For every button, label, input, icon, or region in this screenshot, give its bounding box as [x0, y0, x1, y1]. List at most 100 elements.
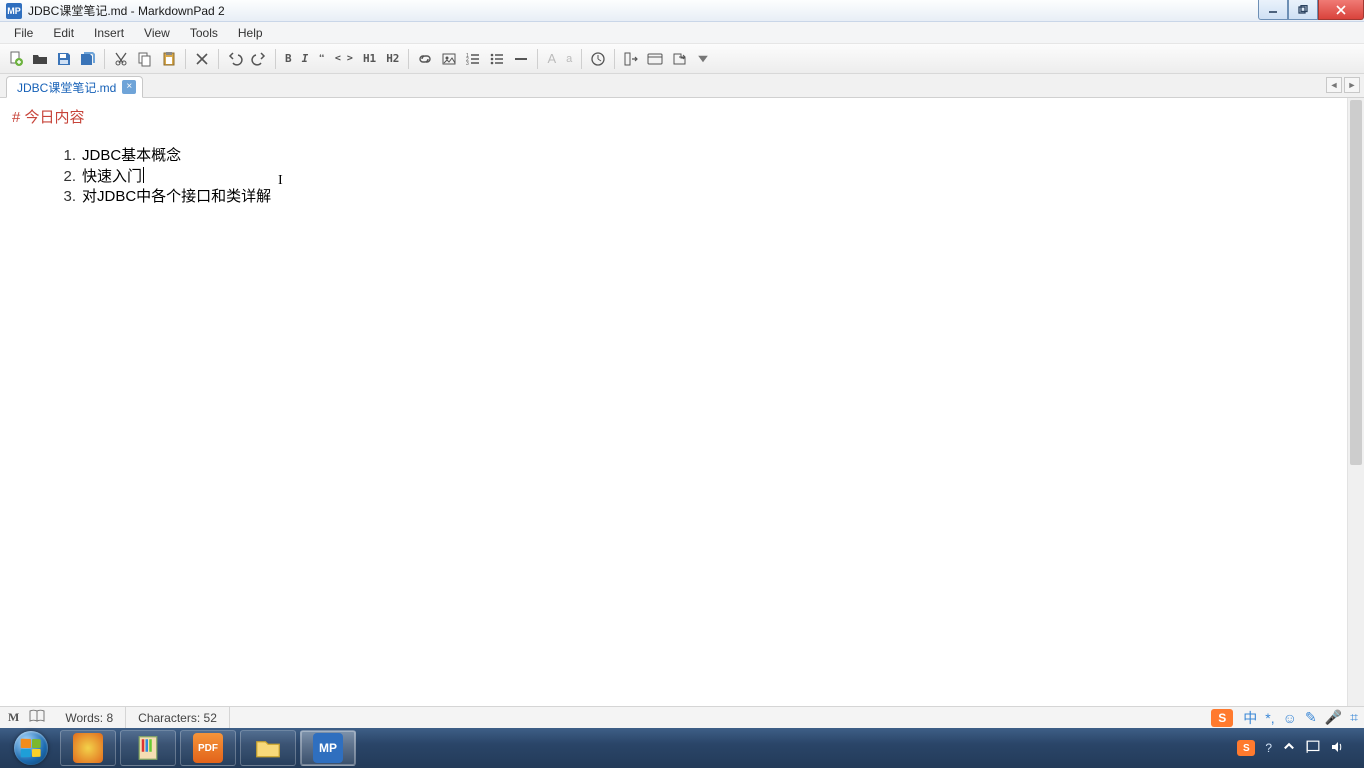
ibeam-icon: I — [278, 172, 283, 191]
list-item: 3. 对JDBC中各个接口和类详解 — [46, 187, 1352, 207]
minimize-button[interactable] — [1258, 0, 1288, 20]
font-increase-button[interactable]: A — [543, 48, 560, 70]
menu-tools[interactable]: Tools — [180, 24, 228, 42]
sogou-ime-icon[interactable]: S — [1211, 709, 1233, 727]
taskbar-item-paint[interactable] — [120, 730, 176, 766]
cut-button[interactable] — [110, 48, 132, 70]
tray-flag-icon[interactable] — [1306, 740, 1320, 757]
tray-volume-icon[interactable] — [1330, 740, 1344, 757]
chars-value: 52 — [204, 711, 217, 725]
taskbar-item-markdownpad[interactable]: MP — [300, 730, 356, 766]
paste-button[interactable] — [158, 48, 180, 70]
toolbar-separator — [275, 49, 276, 69]
list-text: JDBC基本概念 — [82, 146, 181, 166]
toolbar-separator — [408, 49, 409, 69]
image-button[interactable] — [438, 48, 460, 70]
window-buttons — [1258, 0, 1364, 20]
open-file-button[interactable] — [29, 48, 51, 70]
scrollbar[interactable] — [1347, 98, 1364, 706]
link-button[interactable] — [414, 48, 436, 70]
tray-help-icon[interactable]: ? — [1265, 741, 1272, 755]
h2-button[interactable]: H2 — [382, 48, 403, 70]
start-button[interactable] — [4, 728, 58, 768]
system-tray: S ? — [1237, 740, 1360, 757]
tray-arrow-icon[interactable] — [1282, 740, 1296, 757]
menu-view[interactable]: View — [134, 24, 180, 42]
redo-button[interactable] — [248, 48, 270, 70]
toolbar: B I ❝ < > H1 H2 123 A a — [0, 44, 1364, 74]
taskbar-item-explorer[interactable] — [240, 730, 296, 766]
toolbar-separator — [614, 49, 615, 69]
tab-scroll-left[interactable]: ◄ — [1326, 77, 1342, 93]
statusbar: M Words: 8 Characters: 52 S 中 *, ☺ ✎ 🎤 ⌗ — [0, 706, 1364, 728]
menu-file[interactable]: File — [4, 24, 43, 42]
list: 1. JDBC基本概念 2. 快速入门 3. 对JDBC中各个接口和类详解 — [46, 146, 1352, 207]
list-number: 1. — [46, 146, 76, 166]
tab-scroll-right[interactable]: ► — [1344, 77, 1360, 93]
markdown-mode-icon[interactable]: M — [8, 710, 19, 725]
editor-area[interactable]: # 今日内容 1. JDBC基本概念 2. 快速入门 3. 对JDBC中各个接口… — [0, 98, 1364, 706]
tabstrip: JDBC课堂笔记.md × ◄ ► — [0, 74, 1364, 98]
list-text: 快速入门 — [82, 167, 142, 187]
close-button[interactable] — [1318, 0, 1364, 20]
list-number: 2. — [46, 167, 76, 187]
words-cell: Words: 8 — [53, 707, 126, 728]
export-button[interactable] — [668, 48, 690, 70]
scrollbar-thumb[interactable] — [1350, 100, 1362, 465]
words-value: 8 — [106, 711, 113, 725]
taskbar: PDF MP S ? — [0, 728, 1364, 768]
toolbar-separator — [218, 49, 219, 69]
ime-voice-button[interactable]: 🎤 — [1325, 709, 1342, 726]
svg-text:3: 3 — [466, 61, 469, 67]
ime-handwrite-button[interactable]: ✎ — [1305, 709, 1317, 726]
toggle-preview-button[interactable] — [620, 48, 642, 70]
new-file-button[interactable] — [5, 48, 27, 70]
font-decrease-button[interactable]: a — [562, 48, 576, 70]
maximize-button[interactable] — [1288, 0, 1318, 20]
book-icon[interactable] — [29, 709, 45, 726]
h1-button[interactable]: H1 — [359, 48, 380, 70]
toolbar-separator — [185, 49, 186, 69]
heading-prefix: # — [12, 109, 25, 126]
tab-close-button[interactable]: × — [122, 80, 136, 94]
ime-punct-button[interactable]: *, — [1265, 710, 1274, 726]
italic-button[interactable]: I — [298, 48, 313, 70]
menu-help[interactable]: Help — [228, 24, 273, 42]
quote-button[interactable]: ❝ — [314, 48, 329, 70]
titlebar: MP JDBC课堂笔记.md - MarkdownPad 2 — [0, 0, 1364, 22]
taskbar-item-pdf[interactable]: PDF — [180, 730, 236, 766]
toolbar-separator — [537, 49, 538, 69]
save-button[interactable] — [53, 48, 75, 70]
preview-browser-button[interactable] — [644, 48, 666, 70]
ime-emoji-button[interactable]: ☺ — [1283, 710, 1297, 726]
save-all-button[interactable] — [77, 48, 99, 70]
text-cursor — [143, 167, 144, 183]
app-icon: MP — [6, 3, 22, 19]
toolbar-separator — [581, 49, 582, 69]
ime-keyboard-button[interactable]: ⌗ — [1350, 709, 1358, 726]
bold-button[interactable]: B — [281, 48, 296, 70]
unordered-list-button[interactable] — [486, 48, 508, 70]
menu-edit[interactable]: Edit — [43, 24, 84, 42]
menubar: File Edit Insert View Tools Help — [0, 22, 1364, 44]
taskbar-item-app1[interactable] — [60, 730, 116, 766]
delete-button[interactable] — [191, 48, 213, 70]
copy-button[interactable] — [134, 48, 156, 70]
undo-button[interactable] — [224, 48, 246, 70]
menu-insert[interactable]: Insert — [84, 24, 134, 42]
list-item: 1. JDBC基本概念 — [46, 146, 1352, 166]
words-label: Words: — [65, 711, 103, 725]
list-number: 3. — [46, 187, 76, 207]
hr-button[interactable] — [510, 48, 532, 70]
tray-sogou-icon[interactable]: S — [1237, 740, 1255, 756]
ime-lang-button[interactable]: 中 — [1243, 708, 1257, 728]
ordered-list-button[interactable]: 123 — [462, 48, 484, 70]
list-item: 2. 快速入门 — [46, 167, 1352, 187]
dropdown-icon[interactable] — [692, 48, 714, 70]
tab-active[interactable]: JDBC课堂笔记.md × — [6, 76, 143, 98]
code-button[interactable]: < > — [331, 48, 357, 70]
tab-label: JDBC课堂笔记.md — [17, 79, 116, 96]
timestamp-button[interactable] — [587, 48, 609, 70]
chars-cell: Characters: 52 — [126, 707, 230, 728]
list-text: 对JDBC中各个接口和类详解 — [82, 187, 271, 207]
